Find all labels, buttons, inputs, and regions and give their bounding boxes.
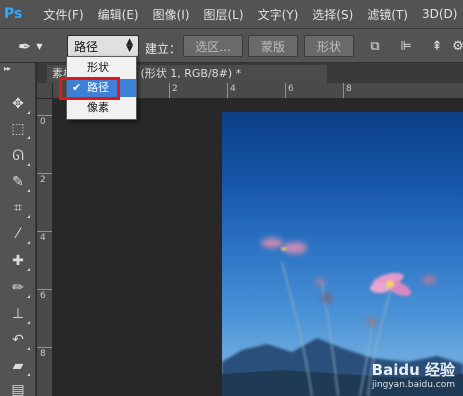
ruler-label: 8	[40, 349, 46, 359]
ruler-label: 2	[40, 175, 46, 185]
make-selection-button[interactable]: 选区...	[183, 35, 243, 57]
baidu-watermark: Baidu 经验 jingyan.baidu.com	[372, 359, 455, 390]
ruler-label: 6	[288, 84, 294, 94]
ruler-label: 6	[40, 291, 46, 301]
photo-image[interactable]: Baidu 经验 jingyan.baidu.com	[222, 112, 463, 396]
watermark-brand: Baidu 经验	[371, 361, 455, 379]
move-tool-icon[interactable]: ✥	[6, 93, 30, 115]
cosmos-flowers-picture	[222, 238, 463, 396]
select-arrows-icon: ▲ ▼	[126, 37, 133, 54]
checkmark-icon: ✔	[72, 81, 82, 94]
clone-stamp-tool-icon[interactable]: ⊥	[6, 303, 30, 325]
ruler-label: 4	[230, 84, 236, 94]
crop-tool-icon[interactable]: ⌗	[6, 197, 30, 219]
menu-layer[interactable]: 图层(L)	[197, 6, 251, 23]
menu-image[interactable]: 图像(I)	[146, 6, 197, 23]
ruler-label: 2	[172, 84, 178, 94]
make-shape-button[interactable]: 形状	[304, 35, 354, 57]
path-operations-icon[interactable]: ⧉	[365, 36, 385, 56]
photoshop-logo: Ps	[4, 6, 23, 22]
caret-down-icon: ▼	[36, 41, 43, 51]
history-brush-tool-icon[interactable]: ↶	[6, 329, 30, 351]
ruler-tick	[343, 83, 344, 98]
menu-bar: Ps 文件(F) 编辑(E) 图像(I) 图层(L) 文字(Y) 选择(S) 滤…	[0, 0, 463, 29]
quick-selection-tool-icon[interactable]: ✎	[6, 171, 30, 193]
settings-gear-icon[interactable]: ⚙	[448, 36, 463, 56]
ruler-tick	[285, 83, 286, 98]
ruler-label: 4	[40, 233, 46, 243]
path-alignment-icon[interactable]: ⊫	[396, 36, 416, 56]
ruler-origin[interactable]	[37, 83, 53, 99]
menu-select[interactable]: 选择(S)	[305, 6, 360, 23]
healing-brush-tool-icon[interactable]: ✚	[6, 250, 30, 272]
make-mask-button[interactable]: 蒙版	[248, 35, 298, 57]
brush-tool-icon[interactable]: ✏	[6, 277, 30, 299]
tool-mode-select[interactable]: 路径 ▲ ▼	[67, 35, 139, 57]
ruler-tick	[37, 231, 52, 232]
ruler-tick	[37, 289, 52, 290]
pen-tool-icon: ✒	[18, 36, 32, 56]
ruler-tick	[37, 173, 52, 174]
menu-edit[interactable]: 编辑(E)	[91, 6, 146, 23]
tool-preset-picker[interactable]: ✒ ▼	[6, 35, 48, 57]
menu-type[interactable]: 文字(Y)	[251, 6, 306, 23]
tools-panel: ▸▸ ✥ ⬚ ᘏ ✎ ⌗ ⁄ ✚ ✏ ⊥ ↶ ▰ ▤	[0, 63, 36, 396]
eraser-tool-icon[interactable]: ▰	[6, 355, 30, 377]
canvas-area[interactable]: Baidu 经验 jingyan.baidu.com	[54, 100, 463, 396]
ruler-label: 0	[40, 117, 46, 127]
dropdown-item-path-label: 路径	[87, 81, 109, 94]
menu-filter[interactable]: 滤镜(T)	[360, 6, 415, 23]
collapse-panel-icon[interactable]: ▸▸	[4, 64, 11, 73]
dropdown-item-path[interactable]: ✔ 路径	[67, 79, 136, 97]
ruler-label: 8	[346, 84, 352, 94]
watermark-url: jingyan.baidu.com	[371, 380, 455, 390]
marquee-tool-icon[interactable]: ⬚	[6, 118, 30, 140]
vertical-ruler[interactable]: 0 2 4 6 8	[37, 99, 53, 396]
lasso-tool-icon[interactable]: ᘏ	[6, 145, 30, 167]
dropdown-item-shape[interactable]: 形状	[67, 59, 136, 77]
gradient-tool-icon[interactable]: ▤	[6, 379, 30, 396]
build-label: 建立：	[145, 42, 182, 56]
menu-3d[interactable]: 3D(D)	[415, 7, 463, 21]
dropdown-item-pixels[interactable]: 像素	[67, 99, 136, 117]
path-arrangement-icon[interactable]: ⇞	[427, 36, 447, 56]
ruler-tick	[227, 83, 228, 98]
ruler-tick	[37, 115, 52, 116]
tool-mode-dropdown: 形状 ✔ 路径 像素	[66, 56, 137, 120]
menu-file[interactable]: 文件(F)	[36, 6, 90, 23]
tool-mode-value: 路径	[74, 39, 99, 54]
ruler-tick	[169, 83, 170, 98]
ruler-tick	[37, 347, 52, 348]
eyedropper-tool-icon[interactable]: ⁄	[6, 223, 30, 245]
